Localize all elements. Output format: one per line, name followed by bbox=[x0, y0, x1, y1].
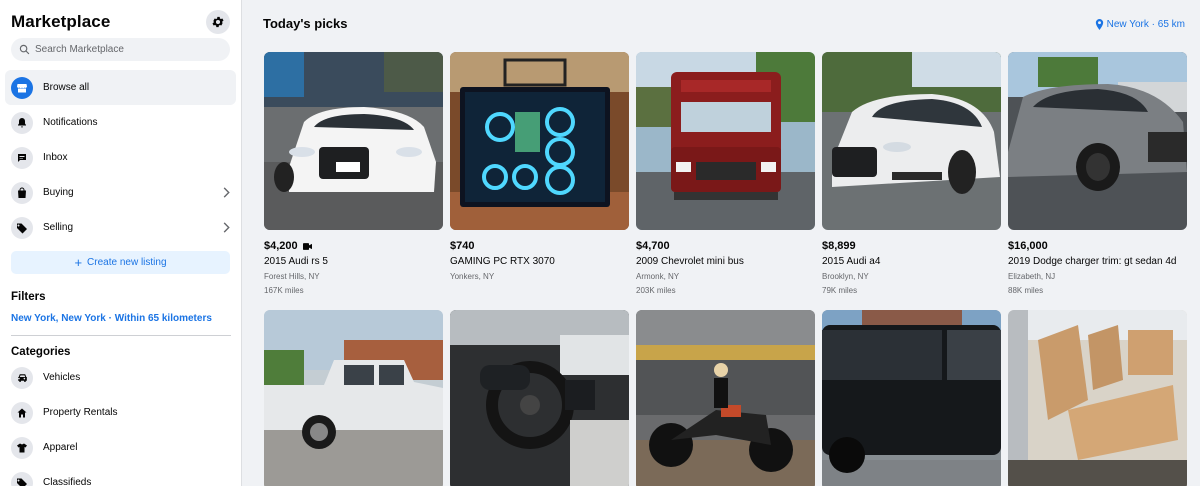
listing-title: GAMING PC RTX 3070 bbox=[450, 256, 555, 267]
listing-card[interactable] bbox=[450, 310, 629, 486]
listing-price: $740 bbox=[450, 240, 629, 252]
listing-card[interactable] bbox=[822, 310, 1001, 486]
listing-photo[interactable] bbox=[636, 310, 815, 486]
listing-card[interactable]: $4,700 2009 Chevrolet mini bus Armonk, N… bbox=[636, 52, 815, 300]
video-icon bbox=[302, 242, 312, 250]
listing-location: Elizabeth, NJ bbox=[1008, 272, 1056, 281]
listing-card[interactable]: $4,200 2015 Audi rs 5 Forest Hills, NY 1… bbox=[264, 52, 443, 300]
location-pin-icon bbox=[1095, 19, 1103, 30]
listing-title: 2015 Audi a4 bbox=[822, 256, 881, 267]
listing-grid: $4,200 2015 Audi rs 5 Forest Hills, NY 1… bbox=[264, 52, 1187, 486]
location-label: New York · 65 km bbox=[1106, 19, 1185, 30]
gear-icon bbox=[212, 16, 224, 28]
section-title: Today's picks bbox=[263, 16, 348, 31]
price-text: $4,700 bbox=[636, 240, 670, 252]
listing-price: $4,200 bbox=[264, 240, 443, 252]
sidebar-item-buying[interactable]: Buying bbox=[5, 175, 236, 210]
listing-mileage: 79K miles bbox=[822, 286, 858, 295]
listing-price: $8,899 bbox=[822, 240, 1001, 252]
location-filter-link[interactable]: New York, New York · Within 65 kilometer… bbox=[11, 313, 212, 324]
sidebar-item-selling[interactable]: Selling bbox=[5, 210, 236, 245]
sidebar-item-notifications[interactable]: Notifications bbox=[5, 105, 236, 140]
shopping-bag-icon bbox=[11, 181, 33, 204]
shirt-icon bbox=[11, 436, 33, 459]
listing-title: 2019 Dodge charger trim: gt sedan 4d bbox=[1008, 256, 1177, 267]
car-icon bbox=[11, 366, 33, 389]
categories-heading: Categories bbox=[11, 346, 71, 358]
price-text: $740 bbox=[450, 240, 475, 252]
storefront-icon bbox=[11, 76, 33, 99]
search-input[interactable] bbox=[35, 44, 215, 55]
house-icon bbox=[11, 401, 33, 424]
tag-icon bbox=[11, 471, 33, 486]
listing-price: $16,000 bbox=[1008, 240, 1187, 252]
settings-button[interactable] bbox=[206, 10, 230, 34]
category-vehicles[interactable]: Vehicles bbox=[0, 360, 241, 395]
listing-photo[interactable] bbox=[1008, 52, 1187, 230]
sidebar-header: Marketplace bbox=[0, 0, 241, 36]
listing-photo[interactable] bbox=[264, 310, 443, 486]
listing-card[interactable] bbox=[1008, 310, 1187, 486]
listing-photo[interactable] bbox=[822, 52, 1001, 230]
price-text: $8,899 bbox=[822, 240, 856, 252]
plus-icon: + bbox=[74, 254, 83, 270]
listing-card[interactable]: $16,000 2019 Dodge charger trim: gt seda… bbox=[1008, 52, 1187, 300]
listing-card[interactable]: $8,899 2015 Audi a4 Brooklyn, NY 79K mil… bbox=[822, 52, 1001, 300]
listing-card[interactable]: $740 GAMING PC RTX 3070 Yonkers, NY bbox=[450, 52, 629, 300]
sidebar: Marketplace Browse all Notifications Inb… bbox=[0, 0, 242, 486]
listing-photo[interactable] bbox=[636, 52, 815, 230]
price-text: $16,000 bbox=[1008, 240, 1048, 252]
create-listing-label: Create new listing bbox=[87, 257, 167, 268]
category-property-rentals[interactable]: Property Rentals bbox=[0, 395, 241, 430]
price-text: $4,200 bbox=[264, 240, 298, 252]
listing-card[interactable] bbox=[636, 310, 815, 486]
page-title: Marketplace bbox=[11, 12, 111, 31]
bell-icon bbox=[11, 111, 33, 134]
listing-location: Armonk, NY bbox=[636, 272, 680, 281]
listing-mileage: 88K miles bbox=[1008, 286, 1044, 295]
category-label: Property Rentals bbox=[43, 407, 118, 418]
listing-row: $4,200 2015 Audi rs 5 Forest Hills, NY 1… bbox=[264, 52, 1187, 300]
listing-title: 2015 Audi rs 5 bbox=[264, 256, 328, 267]
category-label: Apparel bbox=[43, 442, 78, 453]
sidebar-item-label: Selling bbox=[43, 222, 74, 233]
sidebar-item-label: Buying bbox=[43, 187, 74, 198]
tag-icon bbox=[11, 216, 33, 239]
create-new-listing-button[interactable]: + Create new listing bbox=[11, 251, 230, 274]
main-content: Today's picks New York · 65 km $4,200 20… bbox=[243, 0, 1200, 486]
listing-photo[interactable] bbox=[264, 52, 443, 230]
listing-row bbox=[264, 310, 1187, 486]
listing-photo[interactable] bbox=[822, 310, 1001, 486]
location-selector[interactable]: New York · 65 km bbox=[1095, 19, 1185, 30]
search-icon bbox=[19, 44, 30, 55]
listing-location: Yonkers, NY bbox=[450, 272, 495, 281]
messenger-icon bbox=[11, 146, 33, 169]
listing-mileage: 203K miles bbox=[636, 286, 676, 295]
chevron-right-icon bbox=[223, 222, 230, 233]
chevron-right-icon bbox=[223, 187, 230, 198]
listing-mileage: 167K miles bbox=[264, 286, 304, 295]
listing-title: 2009 Chevrolet mini bus bbox=[636, 256, 744, 267]
sidebar-item-label: Inbox bbox=[43, 152, 68, 163]
filters-heading: Filters bbox=[11, 291, 46, 303]
listing-photo[interactable] bbox=[450, 310, 629, 486]
category-apparel[interactable]: Apparel bbox=[0, 430, 241, 465]
sidebar-item-label: Browse all bbox=[43, 82, 90, 93]
sidebar-item-inbox[interactable]: Inbox bbox=[5, 140, 236, 175]
category-label: Vehicles bbox=[43, 372, 81, 383]
sidebar-nav: Browse all Notifications Inbox Buying Se… bbox=[0, 70, 241, 245]
sidebar-item-browse-all[interactable]: Browse all bbox=[5, 70, 236, 105]
listing-location: Forest Hills, NY bbox=[264, 272, 320, 281]
listing-price: $4,700 bbox=[636, 240, 815, 252]
category-list: Vehicles Property Rentals Apparel Classi… bbox=[0, 360, 241, 486]
search-box[interactable] bbox=[11, 38, 230, 61]
divider bbox=[11, 335, 231, 336]
category-classifieds[interactable]: Classifieds bbox=[0, 465, 241, 486]
listing-photo[interactable] bbox=[450, 52, 629, 230]
listing-card[interactable] bbox=[264, 310, 443, 486]
category-label: Classifieds bbox=[43, 477, 92, 486]
sidebar-item-label: Notifications bbox=[43, 117, 98, 128]
listing-location: Brooklyn, NY bbox=[822, 272, 869, 281]
listing-photo[interactable] bbox=[1008, 310, 1187, 486]
